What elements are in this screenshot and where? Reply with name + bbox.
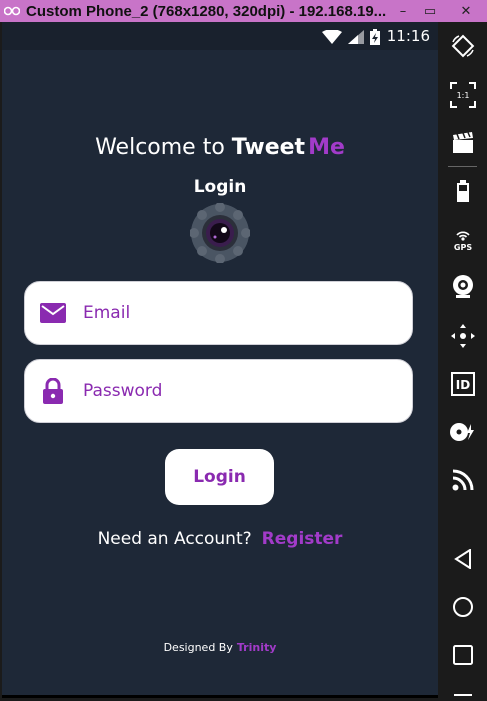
- brand-name: Tweet: [231, 135, 306, 160]
- status-time: 11:16: [386, 27, 430, 45]
- gps-label: GPS: [453, 243, 471, 252]
- password-input[interactable]: [81, 380, 385, 402]
- close-button[interactable]: ✕: [450, 0, 482, 22]
- remote-control-icon[interactable]: [438, 318, 487, 354]
- footer-credit: Designed By Trinity: [2, 641, 438, 654]
- phone-screen: 11:16 Welcome to Tweet Me Login Email Lo…: [2, 22, 438, 698]
- lock-icon: [39, 377, 67, 405]
- toolbar-separator: [448, 166, 477, 167]
- home-icon[interactable]: [438, 589, 487, 625]
- welcome-title: Welcome to Tweet Me: [2, 135, 438, 160]
- camera-lens-logo: [189, 202, 251, 264]
- brand-accent: Me: [308, 135, 345, 160]
- page-title: Login: [193, 177, 247, 197]
- webcam-icon[interactable]: [438, 269, 487, 305]
- screen-record-icon[interactable]: [438, 125, 487, 161]
- signal-icon: [348, 30, 364, 44]
- battery-icon[interactable]: [438, 173, 487, 209]
- genymotion-icon: [4, 4, 22, 18]
- navigation-bar-edge: [2, 695, 438, 698]
- device-id-icon[interactable]: ID: [438, 366, 487, 402]
- account-question: Need an Account?: [97, 529, 252, 549]
- rotate-icon[interactable]: [438, 28, 487, 64]
- welcome-prefix: Welcome to: [95, 135, 225, 160]
- window-titlebar: Custom Phone_2 (768x1280, 320dpi) - 192.…: [0, 0, 487, 22]
- email-input[interactable]: [81, 302, 385, 324]
- pixel-perfect-icon[interactable]: 1:1: [438, 77, 487, 113]
- login-button[interactable]: Login: [165, 449, 274, 505]
- device-id-label: ID: [455, 378, 469, 392]
- email-field[interactable]: [24, 281, 413, 345]
- recent-apps-icon[interactable]: [438, 637, 487, 673]
- status-icons: [322, 29, 380, 45]
- minimize-button[interactable]: –: [389, 0, 417, 22]
- rss-icon[interactable]: [438, 462, 487, 498]
- register-link[interactable]: Register: [262, 529, 343, 549]
- emulator-toolbar: 1:1 GPS ID: [438, 22, 487, 701]
- designed-by-label: Designed By: [163, 641, 233, 654]
- designer-name: Trinity: [236, 641, 277, 654]
- back-icon[interactable]: [438, 541, 487, 577]
- gps-icon[interactable]: GPS: [438, 221, 487, 257]
- password-field[interactable]: [24, 359, 413, 423]
- mail-icon: [39, 299, 67, 327]
- restore-button[interactable]: ▭: [416, 0, 444, 22]
- battery-charging-icon: [370, 29, 380, 45]
- status-bar: 11:16: [2, 22, 438, 50]
- menu-icon[interactable]: [438, 686, 487, 701]
- window-title: Custom Phone_2 (768x1280, 320dpi) - 192.…: [26, 2, 387, 20]
- scale-label: 1:1: [456, 91, 469, 100]
- wifi-icon: [322, 30, 342, 44]
- register-prompt: Need an Account? Register: [2, 529, 438, 549]
- disk-io-icon[interactable]: [438, 414, 487, 450]
